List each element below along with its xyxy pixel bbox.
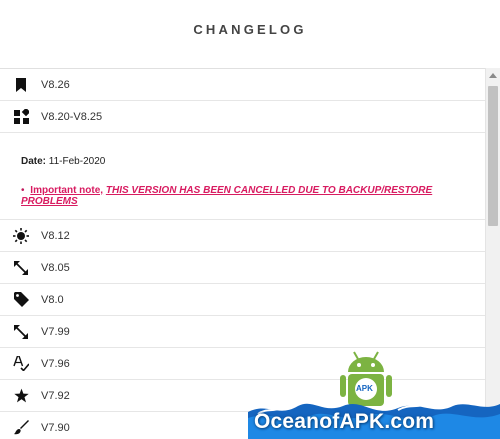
scroll-thumb[interactable] [488,86,498,226]
star-icon [13,388,29,404]
changelog-item-v8-0[interactable]: V8.0 [0,284,486,316]
date-value: 11-Feb-2020 [48,156,106,167]
changelog-item-v7-99[interactable]: V7.99 [0,316,486,348]
tag-icon [13,292,29,308]
changelog-item-v8-26[interactable]: V8.26 [0,69,486,101]
watermark-text: OceanofAPK.com [254,410,435,433]
version-label: V7.90 [41,421,70,434]
android-robot-icon [340,351,392,406]
changelog-item-v8-12[interactable]: V8.12 [0,220,486,252]
version-label: V8.0 [41,293,64,306]
changelog-page: CHANGELOG V8.26 V8.20-V8.25 Date: 11-Feb… [0,0,500,439]
expand-diagonal-icon [13,324,29,340]
bookmark-icon [13,77,29,93]
oceanofapk-watermark: APK OceanofAPK.com [248,348,500,439]
release-date: Date: 11-Feb-2020 [21,156,105,167]
page-title: CHANGELOG [193,22,307,37]
important-note-link[interactable]: Important note, [30,185,103,196]
version-label: V8.12 [41,229,70,242]
apk-badge: APK [356,384,373,393]
version-label: V8.26 [41,78,70,91]
version-label: V7.92 [41,389,70,402]
changelog-item-v8-05[interactable]: V8.05 [0,252,486,284]
version-label: V7.96 [41,357,70,370]
bullet: • [21,185,25,196]
changelog-details: Date: 11-Feb-2020 • Important note, THIS… [0,133,486,220]
brush-icon [13,420,29,436]
version-label: V8.05 [41,261,70,274]
brightness-icon [13,227,29,244]
date-key: Date: [21,156,47,167]
expand-diagonal-icon [13,260,29,276]
changelog-item-v8-20-v8-25[interactable]: V8.20-V8.25 [0,101,486,133]
important-note: • Important note, THIS VERSION HAS BEEN … [21,185,486,207]
scroll-up-arrow-icon[interactable] [486,68,500,82]
version-label: V7.99 [41,325,70,338]
widgets-icon [13,109,29,125]
version-label: V8.20-V8.25 [41,110,103,123]
spellcheck-icon [13,356,29,372]
